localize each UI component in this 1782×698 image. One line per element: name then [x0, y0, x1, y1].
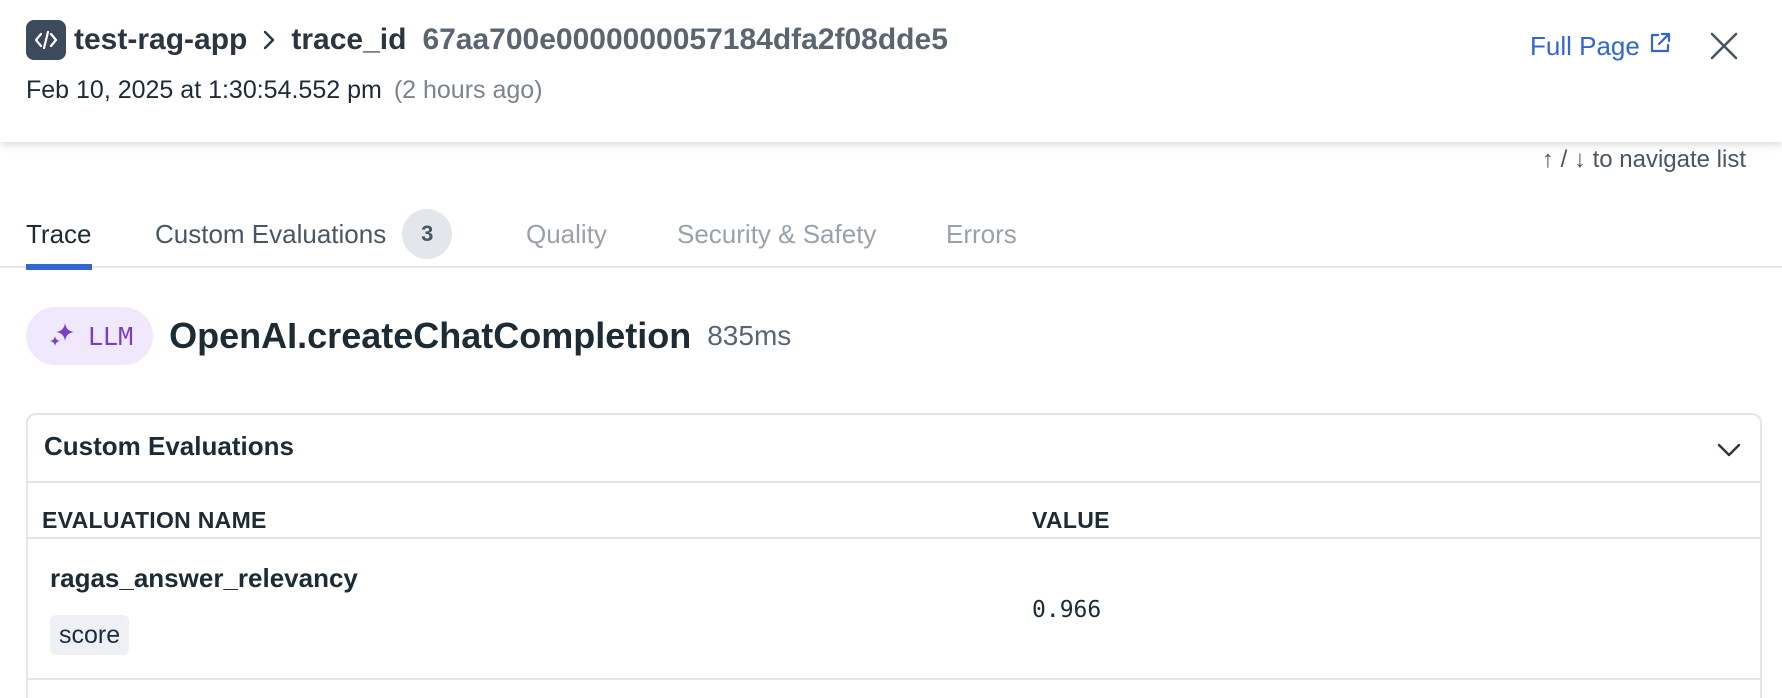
trace-id-value: 67aa700e0000000057184dfa2f08dde5: [422, 23, 948, 56]
header-divider: [28, 537, 1760, 539]
absolute-time: Feb 10, 2025 at 1:30:54.552 pm: [26, 76, 382, 104]
custom-evaluations-panel: Custom Evaluations EVALUATION NAME VALUE…: [26, 413, 1762, 698]
breadcrumb: test-rag-app trace_id 67aa700e0000000057…: [74, 18, 948, 62]
tab-label: Quality: [526, 218, 607, 249]
close-icon[interactable]: [1706, 28, 1742, 64]
code-icon: [26, 20, 66, 60]
tab-label: Trace: [26, 218, 92, 249]
relative-time: (2 hours ago): [393, 76, 543, 104]
chevron-down-icon[interactable]: [1714, 435, 1744, 465]
external-link-icon: [1648, 31, 1672, 62]
column-header-value[interactable]: VALUE: [1032, 507, 1110, 534]
count-badge: 3: [402, 209, 453, 259]
evaluation-value: 0.966: [1032, 597, 1102, 623]
evaluation-type-tag: score: [50, 615, 130, 655]
span-duration: 835ms: [707, 320, 792, 351]
column-header-evaluation-name[interactable]: EVALUATION NAME: [42, 507, 267, 534]
span-summary: LLM OpenAI.createChatCompletion 835ms: [26, 307, 791, 365]
trace-timestamp: Feb 10, 2025 at 1:30:54.552 pm (2 hours a…: [26, 76, 543, 105]
panel-title: Custom Evaluations: [44, 431, 294, 461]
tab-label: Errors: [946, 218, 1017, 249]
tab-bar: Trace Custom Evaluations 3 Quality Secur…: [0, 200, 1782, 270]
row-divider: [28, 678, 1760, 680]
span-kind-badge: LLM: [26, 307, 154, 365]
tab-label: Custom Evaluations: [155, 218, 387, 249]
tab-security-safety[interactable]: Security & Safety: [677, 200, 876, 268]
span-kind-label: LLM: [88, 321, 134, 351]
full-page-label: Full Page: [1530, 30, 1640, 61]
chevron-right-icon: [259, 30, 279, 50]
full-page-link[interactable]: Full Page: [1530, 28, 1672, 64]
tab-label: Security & Safety: [677, 218, 877, 249]
tab-quality[interactable]: Quality: [526, 200, 607, 268]
span-name: OpenAI.createChatCompletion: [169, 315, 692, 356]
trace-id-label: trace_id: [291, 23, 407, 56]
tab-errors[interactable]: Errors: [946, 200, 1017, 268]
panel-header[interactable]: Custom Evaluations: [28, 415, 1760, 483]
evaluation-name: ragas_answer_relevancy: [50, 563, 358, 593]
app-name[interactable]: test-rag-app: [74, 23, 247, 57]
trace-header: test-rag-app trace_id 67aa700e0000000057…: [0, 0, 1782, 142]
tab-trace[interactable]: Trace: [26, 200, 92, 270]
sparkle-icon: [48, 320, 76, 353]
tab-custom-evaluations[interactable]: Custom Evaluations 3: [155, 200, 453, 268]
keyboard-navigation-hint: ↑ / ↓ to navigate list: [1541, 146, 1746, 173]
